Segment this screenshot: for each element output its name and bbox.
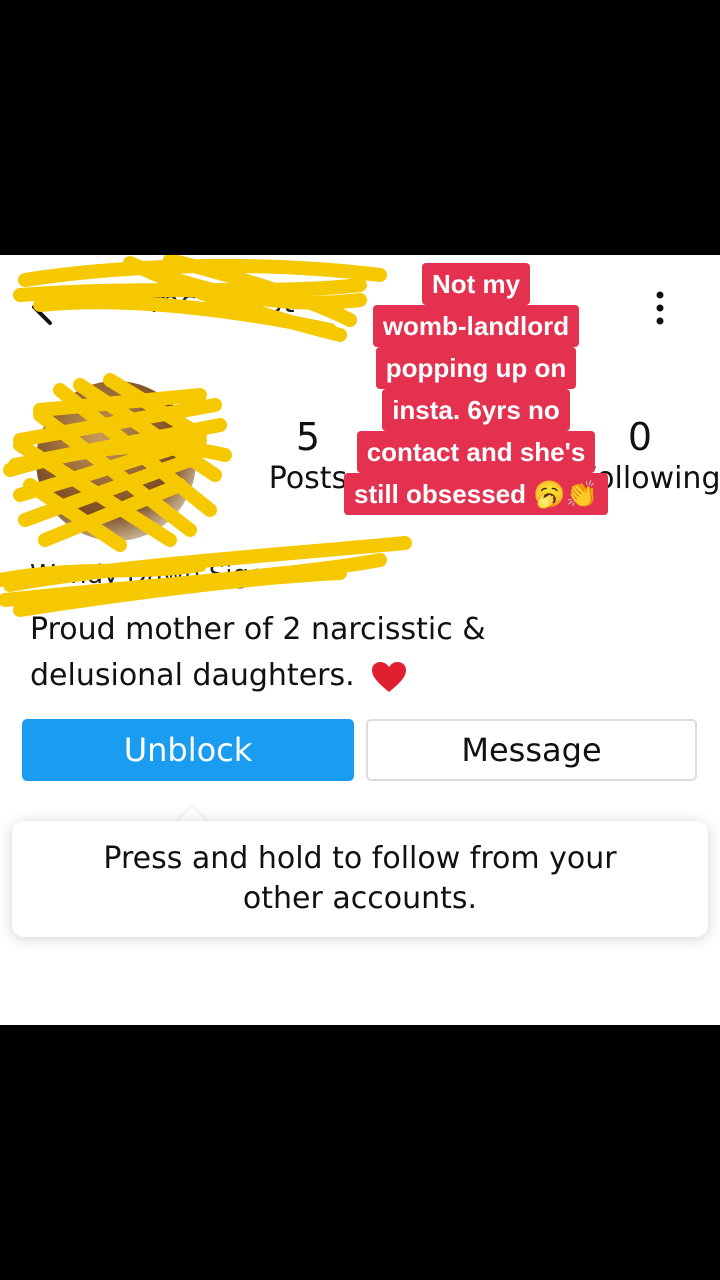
bio-text-block: Proud mother of 2 narcisstic & delusiona… [30, 607, 630, 699]
back-arrow-icon[interactable] [28, 287, 78, 327]
caption-overlay: Not my womb-landlord popping up on insta… [338, 263, 614, 515]
bio-name: Wendy Dawn Siger [30, 560, 276, 590]
more-vertical-icon[interactable] [646, 291, 674, 325]
avatar[interactable] [36, 381, 196, 541]
posts-count: 5 [295, 415, 321, 459]
bio-text: Proud mother of 2 narcisstic & delusiona… [30, 612, 486, 693]
follow-tooltip[interactable]: Press and hold to follow from your other… [12, 821, 708, 937]
posts-label: Posts [268, 461, 348, 496]
following-count: 0 [627, 415, 653, 459]
caption-line: insta. 6yrs no [382, 389, 570, 431]
following-label: Following [580, 461, 720, 496]
caption-line: womb-landlord [372, 305, 580, 347]
posts-stat[interactable]: 5 Posts [268, 415, 348, 496]
following-stat[interactable]: 0 Following [580, 415, 720, 496]
profile-username: mc...cest [150, 285, 296, 320]
caption-line: popping up on [375, 347, 577, 389]
profile-screen: mc...cest 5 Posts 0 Following Wendy Dawn… [0, 255, 720, 1025]
caption-line: contact and she's [356, 431, 596, 473]
caption-line: still obsessed 🥱👏 [344, 473, 608, 515]
unblock-button[interactable]: Unblock [22, 719, 354, 781]
message-button[interactable]: Message [366, 719, 697, 781]
tooltip-text: Press and hold to follow from your other… [103, 841, 617, 916]
caption-line: Not my [421, 263, 531, 305]
red-heart-icon [372, 661, 407, 692]
